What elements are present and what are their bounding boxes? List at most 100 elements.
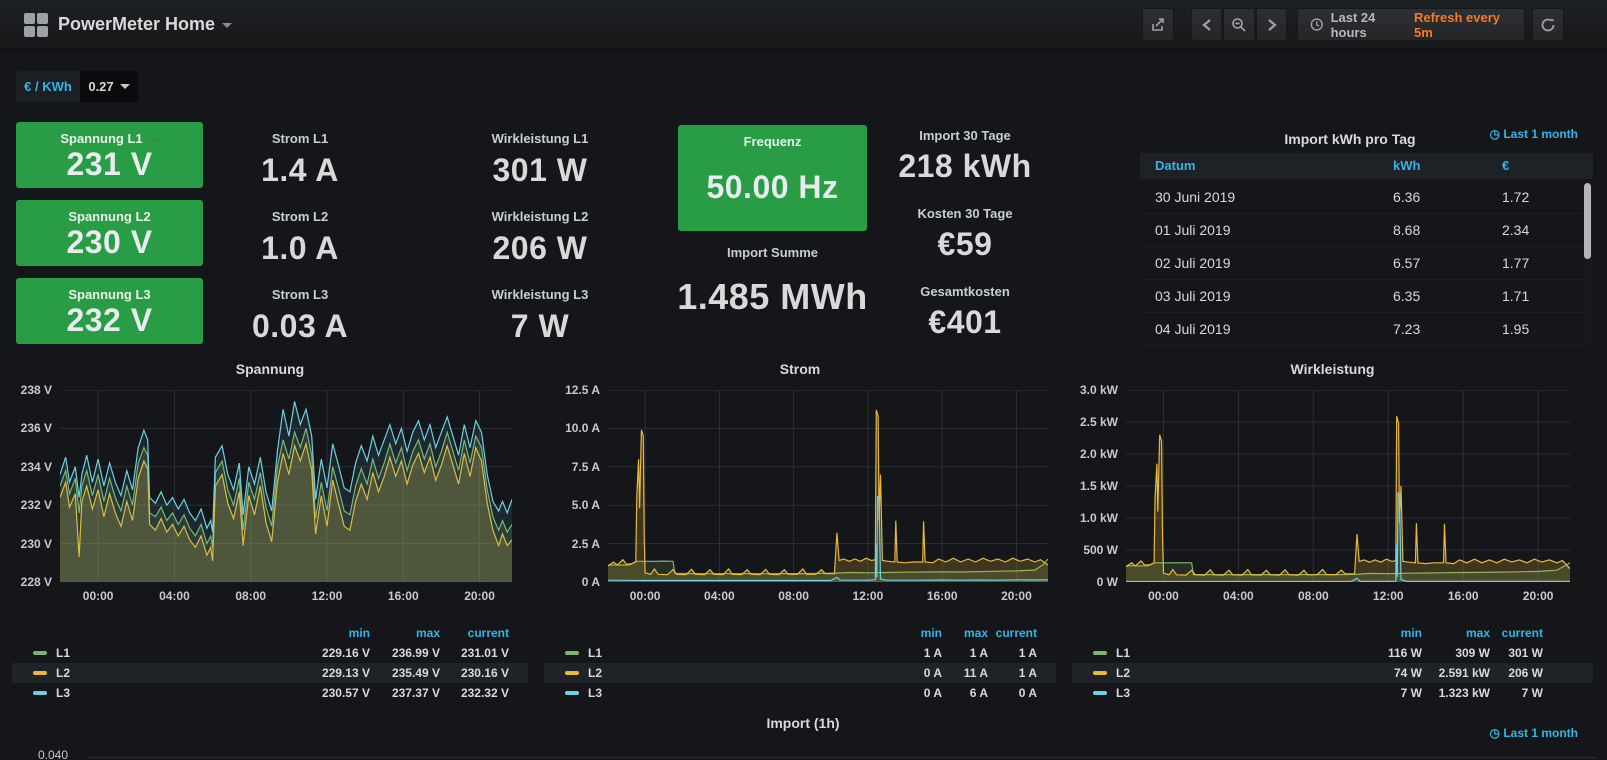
legend-series-name[interactable]: L3 xyxy=(56,686,70,700)
legend-series-name[interactable]: L3 xyxy=(1116,686,1130,700)
share-icon xyxy=(1150,17,1166,33)
chart-plot-area[interactable] xyxy=(60,390,512,582)
table-cell: 03 Juli 2019 xyxy=(1155,288,1231,304)
legend-series-swatch[interactable] xyxy=(565,671,579,675)
legend-row: L20 A11 A1 A xyxy=(544,663,1056,683)
y-axis-label: 10.0 A xyxy=(552,421,600,435)
stat-panel-wirkleistung-l2[interactable]: Wirkleistung L2 206 W xyxy=(454,209,626,267)
stat-panel-spannung-l1[interactable]: Spannung L1 231 V xyxy=(16,122,203,188)
stat-value: 232 V xyxy=(16,302,203,339)
legend-value-current: 232.32 V xyxy=(419,686,509,700)
stat-panel-wirkleistung-l3[interactable]: Wirkleistung L3 7 W xyxy=(454,287,626,345)
stat-panel-spannung-l3[interactable]: Spannung L3 232 V xyxy=(16,278,203,344)
legend-series-swatch[interactable] xyxy=(1093,691,1107,695)
chart-plot-area[interactable] xyxy=(608,390,1048,582)
stat-panel-strom-l1[interactable]: Strom L1 1.4 A xyxy=(214,131,386,189)
table-scrollbar-thumb[interactable] xyxy=(1584,183,1591,259)
stat-title: Kosten 30 Tage xyxy=(879,206,1051,221)
graph-panel-title[interactable]: Wirkleistung xyxy=(1068,361,1597,377)
legend-row: L3230.57 V237.37 V232.32 V xyxy=(12,683,528,703)
y-axis-label: 234 V xyxy=(4,460,52,474)
dashboard-title-dropdown[interactable]: PowerMeter Home xyxy=(58,14,232,35)
refresh-button[interactable] xyxy=(1532,8,1564,41)
stat-title: Strom L1 xyxy=(214,131,386,146)
legend-value-current: 7 W xyxy=(1453,686,1543,700)
legend-row: L274 W2.591 kW206 W xyxy=(1072,663,1593,683)
table-cell: 01 Juli 2019 xyxy=(1155,222,1231,238)
gridline xyxy=(88,757,1597,758)
stat-value: 7 W xyxy=(454,308,626,345)
stat-title: Wirkleistung L1 xyxy=(454,131,626,146)
legend-series-swatch[interactable] xyxy=(33,691,47,695)
time-picker-button[interactable]: Last 24 hours Refresh every 5m xyxy=(1297,8,1525,41)
y-axis-label: 230 V xyxy=(4,537,52,551)
table-column-header[interactable]: kWh xyxy=(1393,158,1420,173)
stat-panel-strom-l2[interactable]: Strom L2 1.0 A xyxy=(214,209,386,267)
y-axis-label: 228 V xyxy=(4,575,52,589)
refresh-icon xyxy=(1540,17,1556,33)
table-column-header[interactable]: € xyxy=(1502,158,1509,173)
stat-panel-gesamtkosten[interactable]: Gesamtkosten €401 xyxy=(879,284,1051,341)
stat-panel-wirkleistung-l1[interactable]: Wirkleistung L1 301 W xyxy=(454,131,626,189)
legend-series-swatch[interactable] xyxy=(33,651,47,655)
chevron-down-icon xyxy=(222,23,232,28)
stat-panel-frequenz[interactable]: Frequenz 50.00 Hz xyxy=(678,125,867,231)
legend-series-name[interactable]: L1 xyxy=(56,646,70,660)
legend-series-name[interactable]: L1 xyxy=(1116,646,1130,660)
legend-series-name[interactable]: L2 xyxy=(588,666,602,680)
chevron-left-icon xyxy=(1201,18,1213,32)
legend-series-swatch[interactable] xyxy=(565,691,579,695)
stat-value: 1.0 A xyxy=(214,230,386,267)
legend-value-current: 0 A xyxy=(947,686,1037,700)
time-back-button[interactable] xyxy=(1191,8,1222,41)
zoom-out-icon xyxy=(1231,17,1247,33)
stat-panel-kosten-30-tage[interactable]: Kosten 30 Tage €59 xyxy=(879,206,1051,263)
stat-value: €401 xyxy=(879,304,1051,341)
legend-series-name[interactable]: L3 xyxy=(588,686,602,700)
x-axis-label: 08:00 xyxy=(1291,589,1335,603)
y-axis-label: 3.0 kW xyxy=(1070,383,1118,397)
graph-panel-title[interactable]: Import (1h) xyxy=(653,715,953,731)
legend-series-swatch[interactable] xyxy=(33,671,47,675)
table-column-header[interactable]: Datum xyxy=(1155,158,1195,173)
stat-title: Wirkleistung L3 xyxy=(454,287,626,302)
series-area-L2 xyxy=(608,410,1048,582)
table-header-row xyxy=(1140,153,1593,179)
stat-value: 231 V xyxy=(16,146,203,183)
stat-title: Spannung L3 xyxy=(16,278,203,302)
stat-panel-strom-l3[interactable]: Strom L3 0.03 A xyxy=(214,287,386,345)
legend-series-swatch[interactable] xyxy=(565,651,579,655)
grafana-logo-icon[interactable] xyxy=(24,13,48,37)
stat-panel-spannung-l2[interactable]: Spannung L2 230 V xyxy=(16,200,203,266)
stat-value: 301 W xyxy=(454,152,626,189)
time-forward-button[interactable] xyxy=(1256,8,1287,41)
stat-title: Wirkleistung L2 xyxy=(454,209,626,224)
legend-series-swatch[interactable] xyxy=(1093,651,1107,655)
stat-panel-import-30-tage[interactable]: Import 30 Tage 218 kWh xyxy=(879,128,1051,185)
legend-column-header[interactable]: current xyxy=(419,626,509,640)
x-axis-label: 12:00 xyxy=(846,589,890,603)
panel-menu-caret-icon[interactable] xyxy=(151,139,159,143)
graph-panel-title[interactable]: Spannung xyxy=(8,361,532,377)
table-cell: 1.95 xyxy=(1502,321,1529,337)
import-time-range-link[interactable]: ◷ Last 1 month xyxy=(1448,726,1578,740)
logo-square xyxy=(37,26,48,37)
legend-series-name[interactable]: L1 xyxy=(588,646,602,660)
legend-series-name[interactable]: L2 xyxy=(56,666,70,680)
graph-panel-title[interactable]: Strom xyxy=(540,361,1060,377)
legend-column-header[interactable]: current xyxy=(947,626,1037,640)
x-axis-label: 16:00 xyxy=(381,589,425,603)
stat-panel-import-summe[interactable]: Import Summe 1.485 MWh xyxy=(660,245,885,318)
legend-column-header[interactable]: current xyxy=(1453,626,1543,640)
zoom-out-button[interactable] xyxy=(1223,8,1255,41)
share-button[interactable] xyxy=(1142,8,1174,41)
legend-row: L2229.13 V235.49 V230.16 V xyxy=(12,663,528,683)
y-axis-label: 12.5 A xyxy=(552,383,600,397)
chart-plot-area[interactable] xyxy=(1126,390,1570,582)
legend-series-swatch[interactable] xyxy=(1093,671,1107,675)
table-cell: 6.35 xyxy=(1393,288,1420,304)
variable-value-dropdown[interactable]: 0.27 xyxy=(80,71,138,102)
time-link-text: Last 1 month xyxy=(1503,127,1578,141)
table-time-range-link[interactable]: ◷ Last 1 month xyxy=(1448,127,1578,141)
legend-series-name[interactable]: L2 xyxy=(1116,666,1130,680)
